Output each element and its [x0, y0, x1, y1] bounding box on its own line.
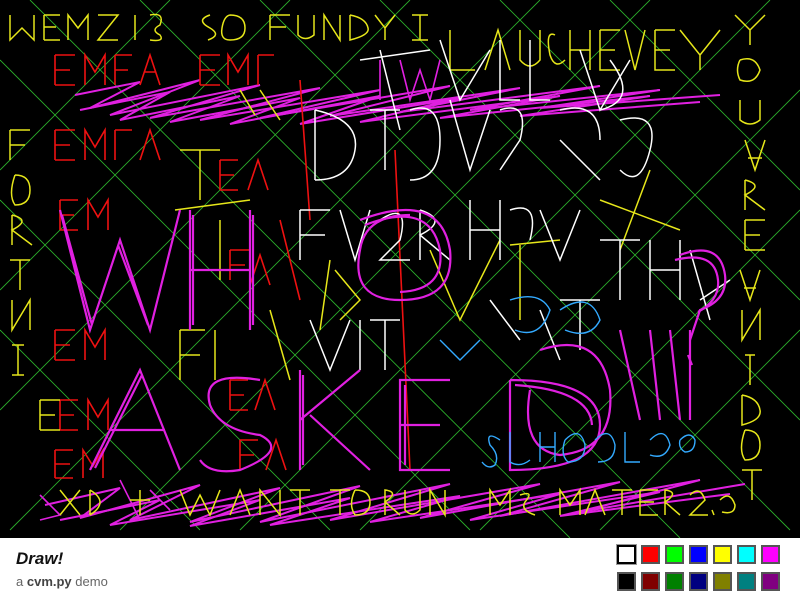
- yellow-scribbles: [174, 27, 721, 381]
- subtitle-prefix: a: [16, 574, 24, 589]
- color-swatch[interactable]: [689, 572, 708, 591]
- red-scribbles: [54, 52, 411, 479]
- subtitle-suffix: demo: [75, 574, 108, 589]
- color-swatch[interactable]: [617, 545, 636, 564]
- color-swatch[interactable]: [665, 545, 684, 564]
- color-swatch[interactable]: [689, 545, 708, 564]
- color-palette: [617, 545, 785, 591]
- color-swatch[interactable]: [617, 572, 636, 591]
- drawing-canvas[interactable]: [0, 0, 800, 538]
- app-subtitle: a cvm.py demo: [16, 574, 108, 589]
- subtitle-brand: cvm.py: [26, 574, 72, 589]
- color-swatch[interactable]: [713, 572, 732, 591]
- app-title: Draw!: [16, 549, 64, 568]
- drawing-surface[interactable]: [0, 0, 800, 538]
- color-swatch[interactable]: [641, 545, 660, 564]
- color-swatch[interactable]: [761, 572, 780, 591]
- yellow-text-strokes: [9, 12, 766, 518]
- color-swatch[interactable]: [641, 572, 660, 591]
- color-swatch[interactable]: [737, 545, 756, 564]
- color-swatch[interactable]: [713, 545, 732, 564]
- color-swatch[interactable]: [665, 572, 684, 591]
- color-swatch[interactable]: [737, 572, 756, 591]
- color-swatch[interactable]: [761, 545, 780, 564]
